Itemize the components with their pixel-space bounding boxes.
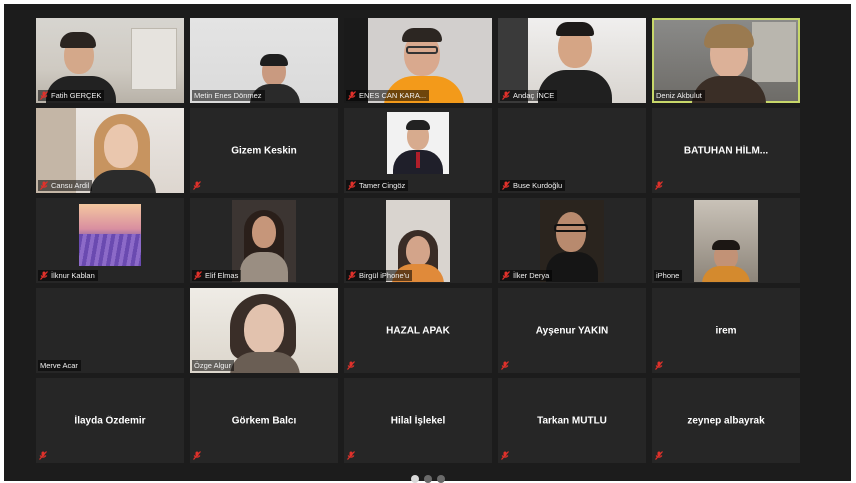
participant-name-label: İlknur Kablan — [38, 270, 98, 281]
mic-muted-icon — [194, 271, 202, 280]
participant-name-label: Cansu Ardil — [38, 180, 93, 191]
participant-video — [694, 199, 758, 282]
participant-name-centered: Gizem Keskin — [231, 145, 297, 156]
mic-muted-icon — [655, 451, 663, 460]
mic-muted-icon — [348, 91, 356, 100]
participant-name-centered: HAZAL APAK — [386, 325, 450, 336]
participant-tile[interactable]: Buse Kurdoğlu — [498, 108, 646, 193]
participant-tile[interactable]: Tamer Cingöz — [344, 108, 492, 193]
mic-muted-icon — [40, 181, 48, 190]
participant-name-centered: İlayda Özdemir — [74, 415, 146, 426]
participant-video — [232, 199, 296, 282]
participant-name: Özge Algur — [194, 361, 232, 370]
participant-name-label: Tamer Cingöz — [346, 180, 409, 191]
participant-name: Metin Enes Dönmez — [194, 91, 262, 100]
participant-tile[interactable]: Özge Algur — [190, 288, 338, 373]
participant-name-centered: BATUHAN HİLM... — [683, 145, 769, 156]
participant-tile[interactable]: Merve Acar — [36, 288, 184, 373]
participant-name-label: ENES CAN KARA... — [346, 90, 430, 101]
participant-tile[interactable]: Ayşenur YAKIN — [498, 288, 646, 373]
participant-name: Buse Kurdoğlu — [513, 181, 563, 190]
participant-tile[interactable]: Görkem Balcı — [190, 378, 338, 463]
mic-muted-icon — [502, 271, 510, 280]
mic-muted-icon — [40, 271, 48, 280]
profile-picture — [79, 203, 141, 266]
participant-tile[interactable]: Birgül iPhone'u — [344, 198, 492, 283]
participant-name-centered: irem — [715, 325, 737, 336]
mic-muted-icon — [348, 271, 356, 280]
participant-name-label: Özge Algur — [192, 360, 235, 371]
mic-muted-icon — [193, 181, 201, 190]
participant-name: ENES CAN KARA... — [359, 91, 427, 100]
participant-tile[interactable]: Elif Elmas — [190, 198, 338, 283]
participant-tile[interactable]: Andaç İNCE — [498, 18, 646, 103]
participant-name-label: Metin Enes Dönmez — [192, 90, 265, 101]
participant-tile[interactable]: Metin Enes Dönmez — [190, 18, 338, 103]
participant-name: Andaç İNCE — [513, 91, 555, 100]
mic-muted-icon — [655, 361, 663, 370]
participant-name: İlknur Kablan — [51, 271, 95, 280]
participant-name-label: İlker Derya — [500, 270, 553, 281]
participant-grid: Fatih GERÇEK Metin Enes Dönmez ENES CAN … — [36, 18, 800, 463]
mic-muted-icon — [40, 91, 48, 100]
participant-name: Elif Elmas — [205, 271, 239, 280]
mic-muted-icon — [193, 451, 201, 460]
page-dot-active[interactable] — [410, 475, 419, 483]
participant-name-label: iPhone — [654, 270, 683, 281]
participant-name: Fatih GERÇEK — [51, 91, 102, 100]
participant-name-label: Elif Elmas — [192, 270, 242, 281]
participant-tile[interactable]: iPhone — [652, 198, 800, 283]
page-indicator — [4, 471, 851, 483]
participant-name-centered: Ayşenur YAKIN — [535, 325, 609, 336]
participant-tile[interactable]: İlayda Özdemir — [36, 378, 184, 463]
participant-name-label: Buse Kurdoğlu — [500, 180, 566, 191]
page-dot[interactable] — [423, 475, 432, 483]
mic-muted-icon — [39, 451, 47, 460]
participant-tile[interactable]: Fatih GERÇEK — [36, 18, 184, 103]
participant-tile[interactable]: Gizem Keskin — [190, 108, 338, 193]
participant-name-label: Andaç İNCE — [500, 90, 558, 101]
participant-tile[interactable]: İlker Derya — [498, 198, 646, 283]
participant-tile[interactable]: BATUHAN HİLM... — [652, 108, 800, 193]
participant-tile[interactable]: Cansu Ardil — [36, 108, 184, 193]
participant-tile[interactable]: zeynep albayrak — [652, 378, 800, 463]
mic-muted-icon — [347, 451, 355, 460]
participant-tile[interactable]: irem — [652, 288, 800, 373]
participant-name: Cansu Ardil — [51, 181, 90, 190]
page-dot[interactable] — [436, 475, 445, 483]
participant-tile[interactable]: HAZAL APAK — [344, 288, 492, 373]
participant-name-label: Birgül iPhone'u — [346, 270, 413, 281]
participant-name: iPhone — [656, 271, 680, 280]
mic-muted-icon — [348, 181, 356, 190]
participant-name-label: Merve Acar — [38, 360, 81, 371]
mic-muted-icon — [502, 181, 510, 190]
participant-name: İlker Derya — [513, 271, 550, 280]
participant-name-centered: Görkem Balcı — [231, 415, 297, 426]
profile-picture — [387, 111, 449, 174]
participant-name: Birgül iPhone'u — [359, 271, 410, 280]
participant-name-centered: Tarkan MUTLU — [537, 415, 607, 426]
gallery-view: Fatih GERÇEK Metin Enes Dönmez ENES CAN … — [4, 4, 851, 483]
participant-name: Merve Acar — [40, 361, 78, 370]
mic-muted-icon — [655, 181, 663, 190]
participant-tile-speaking[interactable]: Deniz Akbulut — [652, 18, 800, 103]
participant-name-label: Deniz Akbulut — [654, 90, 705, 101]
mic-muted-icon — [347, 361, 355, 370]
participant-tile[interactable]: ENES CAN KARA... — [344, 18, 492, 103]
participant-tile[interactable]: Hilal İşlekel — [344, 378, 492, 463]
participant-name: Tamer Cingöz — [359, 181, 406, 190]
mic-muted-icon — [502, 91, 510, 100]
mic-muted-icon — [501, 451, 509, 460]
participant-tile[interactable]: İlknur Kablan — [36, 198, 184, 283]
participant-name-label: Fatih GERÇEK — [38, 90, 105, 101]
participant-name-centered: zeynep albayrak — [687, 415, 765, 426]
mic-muted-icon — [501, 361, 509, 370]
participant-tile[interactable]: Tarkan MUTLU — [498, 378, 646, 463]
participant-name-centered: Hilal İşlekel — [390, 415, 446, 426]
participant-name: Deniz Akbulut — [656, 91, 702, 100]
